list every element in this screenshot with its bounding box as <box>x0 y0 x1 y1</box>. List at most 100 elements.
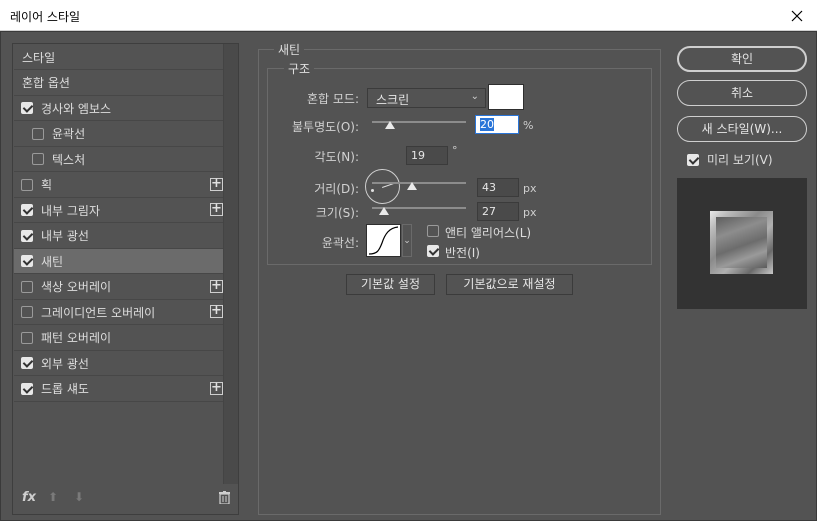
contour-dropdown[interactable]: ⌄ <box>402 224 412 257</box>
style-checkbox[interactable] <box>21 229 33 242</box>
distance-slider-track[interactable] <box>372 182 466 184</box>
style-list-item-label: 텍스처 <box>52 152 86 167</box>
opacity-label: 불투명도(O): <box>291 120 359 134</box>
blend-mode-label: 혼합 모드: <box>306 92 359 106</box>
distance-slider-thumb[interactable] <box>407 182 417 190</box>
distance-unit: px <box>523 182 537 195</box>
trash-icon[interactable] <box>219 491 230 507</box>
style-list-item-label: 색상 오버레이 <box>41 280 112 294</box>
invert-label[interactable]: 반전(I) <box>445 244 480 261</box>
distance-input[interactable]: 43 <box>477 178 519 197</box>
style-list-item[interactable]: 색상 오버레이 + <box>14 275 224 300</box>
angle-value: 19 <box>411 149 425 162</box>
angle-unit: ° <box>452 144 458 157</box>
opacity-slider-thumb[interactable] <box>385 121 395 129</box>
style-list-scrollbar[interactable] <box>223 44 238 484</box>
size-input[interactable]: 27 <box>477 202 519 221</box>
anti-alias-checkbox-box <box>427 225 439 237</box>
preview-checkbox[interactable] <box>687 153 699 166</box>
make-default-button[interactable]: 기본값 설정 <box>346 274 435 295</box>
invert-checkbox[interactable] <box>427 245 439 257</box>
style-checkbox[interactable] <box>21 204 33 216</box>
blend-mode-select[interactable]: 스크린 ⌄ <box>367 88 486 108</box>
style-list-item[interactable]: 텍스처 <box>14 147 224 172</box>
style-list-item[interactable]: 스타일 <box>14 45 224 70</box>
size-label: 크기(S): <box>315 206 359 220</box>
chevron-down-icon: ⌄ <box>403 235 411 246</box>
style-list-item[interactable]: 내부 광선 <box>14 224 224 249</box>
fx-icon[interactable]: fx <box>22 490 36 505</box>
style-list-item[interactable]: 새틴 <box>14 249 224 274</box>
move-up-icon[interactable]: ⬆ <box>48 490 58 504</box>
opacity-value: 20 <box>480 118 494 131</box>
preview-toggle[interactable]: 미리 보기(V) <box>687 151 773 168</box>
invert-checkbox-box <box>427 245 439 257</box>
style-checkbox[interactable] <box>32 153 44 165</box>
angle-input[interactable]: 19 <box>406 146 448 165</box>
title-bar: 레이어 스타일 <box>0 0 817 31</box>
style-checkbox[interactable] <box>21 102 33 114</box>
cancel-button[interactable]: 취소 <box>677 80 807 106</box>
style-list-item[interactable]: 윤곽선 <box>14 122 224 147</box>
add-effect-icon[interactable]: + <box>210 177 223 191</box>
preview-label: 미리 보기(V) <box>707 153 773 167</box>
style-list-item-label: 패턴 오버레이 <box>41 331 112 345</box>
angle-label: 각도(N): <box>314 150 359 164</box>
style-checkbox[interactable] <box>21 331 33 344</box>
reset-default-button[interactable]: 기본값으로 재설정 <box>446 274 573 295</box>
style-list-item[interactable]: 경사와 엠보스 <box>14 96 224 121</box>
style-checkbox[interactable] <box>21 255 33 267</box>
style-list-item-label: 내부 그림자 <box>41 203 101 218</box>
style-list-item[interactable]: 혼합 옵션 <box>14 71 224 96</box>
size-unit: px <box>523 206 537 219</box>
chevron-down-icon: ⌄ <box>470 91 479 102</box>
add-effect-icon[interactable]: + <box>210 202 223 216</box>
style-checkbox[interactable] <box>21 280 33 293</box>
style-list-item[interactable]: 외부 광선 <box>14 351 224 376</box>
opacity-input[interactable]: 20 <box>475 115 519 134</box>
move-down-icon[interactable]: ⬇ <box>74 490 84 504</box>
style-list-item-label: 새틴 <box>41 254 64 269</box>
style-list-item-label: 혼합 옵션 <box>22 76 70 90</box>
style-list-item-label: 그레이디언트 오버레이 <box>41 305 156 320</box>
size-value: 27 <box>482 205 496 218</box>
style-list-footer: fx ⬆ ⬇ <box>14 484 239 514</box>
structure-title: 구조 <box>284 60 315 77</box>
style-checkbox[interactable] <box>32 127 44 140</box>
size-slider-thumb[interactable] <box>379 207 389 215</box>
style-preview <box>677 178 807 309</box>
style-checkbox[interactable] <box>21 357 33 369</box>
distance-value: 43 <box>482 181 496 194</box>
style-list-item[interactable]: 내부 그림자 + <box>14 198 224 223</box>
anti-alias-checkbox[interactable] <box>427 225 439 237</box>
style-checkbox[interactable] <box>21 306 33 318</box>
style-list-item[interactable]: 그레이디언트 오버레이 + <box>14 300 224 325</box>
angle-dial[interactable] <box>365 169 400 204</box>
style-list-item[interactable]: 패턴 오버레이 <box>14 326 224 351</box>
style-list-item[interactable]: 드롭 섀도 + <box>14 377 224 402</box>
add-effect-icon[interactable]: + <box>210 304 223 318</box>
ok-button[interactable]: 확인 <box>677 46 807 72</box>
style-checkbox[interactable] <box>21 178 33 191</box>
satin-title: 새틴 <box>274 41 305 58</box>
style-list-item[interactable]: 획 + <box>14 173 224 198</box>
distance-label: 거리(D): <box>314 182 359 196</box>
style-checkbox[interactable] <box>21 382 33 395</box>
dialog-body: 스타일 혼합 옵션 경사와 엠보스 윤곽선 텍스처 획 + 내부 그림자 + 내부 광선 새틴 색상 … <box>0 31 817 521</box>
style-list: 스타일 혼합 옵션 경사와 엠보스 윤곽선 텍스처 획 + 내부 그림자 + 내부 광선 새틴 색상 … <box>12 43 239 515</box>
add-effect-icon[interactable]: + <box>210 381 223 395</box>
new-style-button[interactable]: 새 스타일(W)... <box>677 116 807 142</box>
style-list-item-label: 윤곽선 <box>52 127 86 141</box>
contour-curve-icon <box>368 226 399 255</box>
style-list-item-label: 획 <box>41 178 53 192</box>
add-effect-icon[interactable]: + <box>210 279 223 293</box>
style-list-item-label: 드롭 섀도 <box>41 382 89 396</box>
anti-alias-label[interactable]: 앤티 앨리어스(L) <box>445 224 531 241</box>
style-list-item-label: 외부 광선 <box>41 356 89 371</box>
close-icon[interactable] <box>777 0 817 31</box>
preview-swatch <box>710 211 773 274</box>
contour-curve-picker[interactable] <box>366 224 401 257</box>
blend-color-swatch[interactable] <box>488 84 524 110</box>
window-title: 레이어 스타일 <box>10 10 81 24</box>
style-list-item-label: 스타일 <box>22 50 56 65</box>
